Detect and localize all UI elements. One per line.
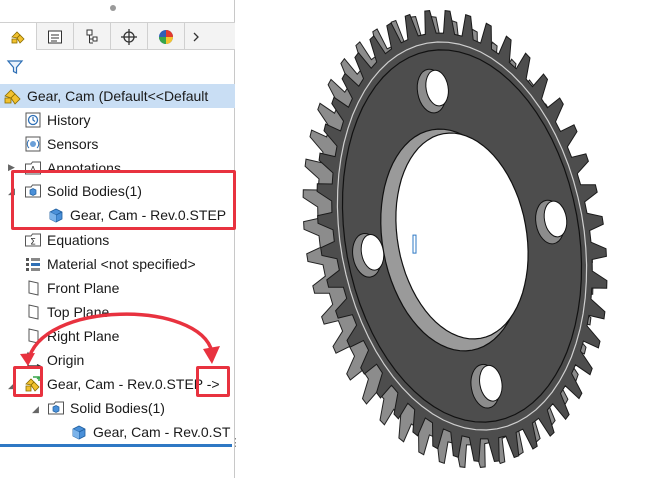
tree-item-label: History xyxy=(47,112,91,128)
edge-selection-marker xyxy=(412,234,417,254)
solid-body-icon xyxy=(70,423,88,441)
chevron-right-icon xyxy=(193,32,199,41)
tab-configurationmanager[interactable] xyxy=(74,23,111,50)
collapse-arrow-icon[interactable]: ◢ xyxy=(32,404,39,415)
tree-item-imported-feature[interactable]: Gear, Cam - Rev.0.STEP -> xyxy=(24,373,220,395)
annotation-box-solid-bodies xyxy=(11,170,236,230)
sensors-icon xyxy=(24,135,42,153)
dimxpert-icon xyxy=(121,28,137,45)
tree-root-label: Gear, Cam (Default<<Default xyxy=(27,88,209,104)
tree-item-label: Sensors xyxy=(47,136,99,152)
panel-grip[interactable] xyxy=(110,5,116,11)
tree-item-top-plane[interactable]: Top Plane xyxy=(24,301,109,323)
tree-item-label: Gear, Cam - Rev.0.ST xyxy=(93,424,231,440)
filter-icon xyxy=(6,60,24,74)
tree-item-label: Solid Bodies(1) xyxy=(70,400,165,416)
tree-item-front-plane[interactable]: Front Plane xyxy=(24,277,119,299)
tree-filter-button[interactable] xyxy=(4,56,26,78)
tree-item-material[interactable]: Material <not specified> xyxy=(24,253,196,275)
featuremanager-icon xyxy=(11,30,25,44)
tree-item-label: Material <not specified> xyxy=(47,256,196,272)
solid-bodies-folder-icon xyxy=(47,399,65,417)
tree-item-history[interactable]: History xyxy=(24,109,91,131)
tree-item-right-plane[interactable]: Right Plane xyxy=(24,325,119,347)
tree-root-part[interactable]: Gear, Cam (Default<<Default xyxy=(0,84,235,108)
tree-item-nested-solid-body[interactable]: Gear, Cam - Rev.0.ST xyxy=(70,421,230,443)
tree-item-nested-solid-bodies[interactable]: Solid Bodies(1) xyxy=(47,397,165,419)
featuremanager-panel: Gear, Cam (Default<<Default History Sens… xyxy=(0,0,241,478)
plane-icon xyxy=(24,303,42,321)
horizontal-scroll-indicator[interactable] xyxy=(0,444,232,447)
tab-featuremanager[interactable] xyxy=(0,23,37,50)
annotation-box-imported-icon xyxy=(13,366,43,397)
svg-text:Σ: Σ xyxy=(30,238,36,248)
manager-tabbar xyxy=(0,22,235,50)
plane-icon xyxy=(24,327,42,345)
tree-item-label: Right Plane xyxy=(47,328,120,344)
tree-item-label: Top Plane xyxy=(47,304,110,320)
configurationmanager-icon xyxy=(86,29,98,43)
tree-item-label: Equations xyxy=(47,232,110,248)
tree-item-equations[interactable]: Σ Equations xyxy=(24,229,109,251)
plane-icon xyxy=(24,279,42,297)
tab-propertymanager[interactable] xyxy=(37,23,74,50)
material-icon xyxy=(24,255,42,273)
propertymanager-icon xyxy=(48,30,62,43)
display-manager-icon xyxy=(159,29,173,44)
tree-item-label: Front Plane xyxy=(47,280,120,296)
tab-display-manager[interactable] xyxy=(148,23,185,50)
gear-model[interactable] xyxy=(236,0,657,478)
tabs-more-button[interactable] xyxy=(185,23,207,50)
graphics-viewport[interactable] xyxy=(236,0,657,478)
tree-item-sensors[interactable]: Sensors xyxy=(24,133,98,155)
equations-icon: Σ xyxy=(24,231,42,249)
annotation-box-arrow-label xyxy=(196,366,230,397)
tree-item-label: Gear, Cam - Rev.0.STEP -> xyxy=(47,376,220,392)
part-icon xyxy=(4,89,21,105)
history-icon xyxy=(24,111,42,129)
tree-item-label: Origin xyxy=(47,352,85,368)
tab-dimxpert[interactable] xyxy=(111,23,148,50)
